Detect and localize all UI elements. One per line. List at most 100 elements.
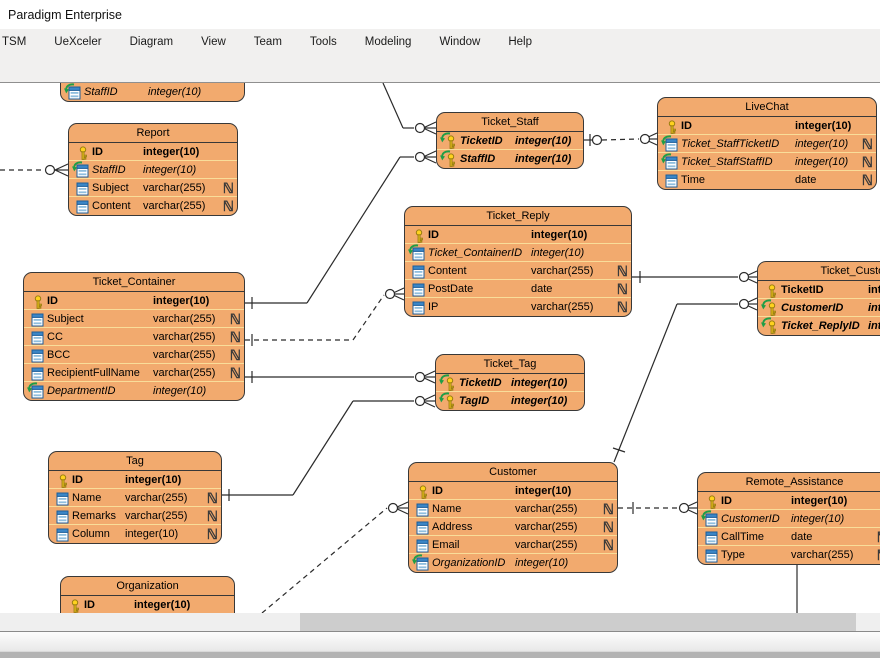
entity-column-row[interactable]: PostDatedateℕ	[405, 280, 631, 298]
entity-column-row[interactable]: IDinteger(10)	[49, 471, 221, 489]
foreign-key-icon	[662, 154, 681, 170]
entity-ticket_custom[interactable]: Ticket_CustomTicketIDinteger(10)Customer…	[757, 261, 880, 336]
entity-column-row[interactable]: Subjectvarchar(255)ℕ	[24, 310, 244, 328]
menu-item-uexceler[interactable]: UeXceler	[40, 29, 115, 56]
entity-ticket_reply[interactable]: Ticket_ReplyIDinteger(10)Ticket_Containe…	[404, 206, 632, 317]
entity-column-row[interactable]: IDinteger(10)	[658, 117, 876, 135]
column-icon	[409, 299, 428, 315]
status-bar	[0, 631, 880, 651]
column-type: varchar(255)	[515, 521, 599, 533]
entity-column-row[interactable]: Ticket_ContainerIDinteger(10)	[405, 244, 631, 262]
entity-report[interactable]: ReportIDinteger(10)StaffIDinteger(10)Sub…	[68, 123, 238, 216]
nullable-icon: ℕ	[599, 502, 614, 516]
column-icon	[702, 529, 721, 545]
entity-livechat[interactable]: LiveChatIDinteger(10)Ticket_StaffTicketI…	[657, 97, 877, 190]
entity-title: Ticket_Container	[24, 273, 244, 292]
entity-column-row[interactable]: OrganizationIDinteger(10)	[409, 554, 617, 572]
entity-column-row[interactable]: Namevarchar(255)ℕ	[409, 500, 617, 518]
entity-column-row[interactable]: CallTimedateℕ	[698, 528, 880, 546]
entity-column-row[interactable]: CustomerIDinteger(10)	[698, 510, 880, 528]
entity-tag[interactable]: TagIDinteger(10)Namevarchar(255)ℕRemarks…	[48, 451, 222, 544]
column-type: integer(10)	[153, 295, 241, 307]
column-type: integer(10)	[148, 86, 241, 98]
column-name: Type	[721, 549, 791, 561]
entity-column-row[interactable]: DepartmentIDinteger(10)	[24, 382, 244, 400]
entity-column-row[interactable]: Addressvarchar(255)ℕ	[409, 518, 617, 536]
column-icon	[413, 519, 432, 535]
menu-item-modeling[interactable]: Modeling	[351, 29, 426, 56]
nullable-icon: ℕ	[226, 348, 241, 362]
menu-item-help[interactable]: Help	[494, 29, 546, 56]
entity-column-row[interactable]: IDinteger(10)	[405, 226, 631, 244]
column-name: ID	[84, 599, 134, 611]
horizontal-scrollbar-thumb[interactable]	[300, 613, 856, 631]
menu-item-team[interactable]: Team	[240, 29, 296, 56]
diagram-canvas[interactable]: StaffIDinteger(10)ReportIDinteger(10)Sta…	[0, 83, 880, 613]
entity-column-row[interactable]: Ticket_StaffStaffIDinteger(10)ℕ	[658, 153, 876, 171]
entity-customer[interactable]: CustomerIDinteger(10)Namevarchar(255)ℕAd…	[408, 462, 618, 573]
menu-item-diagram[interactable]: Diagram	[116, 29, 187, 56]
entity-column-row[interactable]: IPvarchar(255)ℕ	[405, 298, 631, 316]
primary-foreign-key-icon	[762, 318, 781, 334]
entity-column-row[interactable]: Ticket_ReplyIDinteger(10)	[758, 317, 880, 335]
nullable-icon: ℕ	[203, 509, 218, 523]
entity-column-row[interactable]: Namevarchar(255)ℕ	[49, 489, 221, 507]
entity-column-row[interactable]: RecipientFullNamevarchar(255)ℕ	[24, 364, 244, 382]
entity-column-row[interactable]: TicketIDinteger(10)	[437, 132, 583, 150]
menu-item-tsm[interactable]: TSM	[0, 29, 40, 56]
column-type: integer(10)	[515, 485, 614, 497]
entity-column-row[interactable]: IDinteger(10)	[24, 292, 244, 310]
entity-column-row[interactable]: Contentvarchar(255)ℕ	[405, 262, 631, 280]
entity-column-row[interactable]: IDinteger(10)	[409, 482, 617, 500]
menu-item-tools[interactable]: Tools	[296, 29, 351, 56]
entity-column-row[interactable]: TagIDinteger(10)	[436, 392, 584, 410]
column-icon	[28, 347, 47, 363]
entity-column-row[interactable]: IDinteger(10)	[698, 492, 880, 510]
entity-column-row[interactable]: TicketIDinteger(10)	[758, 281, 880, 299]
entity-column-row[interactable]: Emailvarchar(255)ℕ	[409, 536, 617, 554]
column-type: varchar(255)	[791, 549, 873, 561]
entity-column-row[interactable]: Columninteger(10)ℕ	[49, 525, 221, 543]
nullable-icon: ℕ	[613, 300, 628, 314]
menu-item-view[interactable]: View	[187, 29, 240, 56]
column-type: integer(10)	[531, 247, 628, 259]
entity-ticket_tag[interactable]: Ticket_TagTicketIDinteger(10)TagIDintege…	[435, 354, 585, 411]
entity-column-row[interactable]: Ticket_StaffTicketIDinteger(10)ℕ	[658, 135, 876, 153]
entity-column-row[interactable]: StaffIDinteger(10)	[61, 83, 244, 101]
entity-column-row[interactable]: StaffIDinteger(10)	[69, 161, 237, 179]
entity-ticket_staff[interactable]: Ticket_StaffTicketIDinteger(10)StaffIDin…	[436, 112, 584, 169]
entity-column-row[interactable]: TicketIDinteger(10)	[436, 374, 584, 392]
entity-column-row[interactable]: IDinteger(10)	[69, 143, 237, 161]
primary-foreign-key-icon	[441, 133, 460, 149]
entity-column-row[interactable]: StaffIDinteger(10)	[437, 150, 583, 168]
column-type: integer(10)	[143, 146, 234, 158]
column-icon	[28, 329, 47, 345]
horizontal-scrollbar[interactable]	[0, 613, 880, 631]
column-icon	[413, 537, 432, 553]
menu-item-window[interactable]: Window	[425, 29, 494, 56]
column-type: integer(10)	[515, 557, 614, 569]
entity-clipped[interactable]: StaffIDinteger(10)	[60, 83, 245, 102]
column-name: PostDate	[428, 283, 531, 295]
column-name: TicketID	[460, 135, 515, 147]
column-name: CallTime	[721, 531, 791, 543]
entity-column-row[interactable]: Typevarchar(255)ℕ	[698, 546, 880, 564]
entity-column-row[interactable]: Contentvarchar(255)ℕ	[69, 197, 237, 215]
entity-column-row[interactable]: Timedateℕ	[658, 171, 876, 189]
entity-title: Tag	[49, 452, 221, 471]
entity-column-row[interactable]: Subjectvarchar(255)ℕ	[69, 179, 237, 197]
entity-column-row[interactable]: BCCvarchar(255)ℕ	[24, 346, 244, 364]
entity-title: Ticket_Tag	[436, 355, 584, 374]
entity-ticket_container[interactable]: Ticket_ContainerIDinteger(10)Subjectvarc…	[23, 272, 245, 401]
entity-column-row[interactable]: IDinteger(10)	[61, 596, 234, 613]
nullable-icon: ℕ	[226, 330, 241, 344]
entity-column-row[interactable]: CustomerIDinteger(10)	[758, 299, 880, 317]
nullable-icon: ℕ	[599, 538, 614, 552]
nullable-icon: ℕ	[858, 137, 873, 151]
entity-column-row[interactable]: CCvarchar(255)ℕ	[24, 328, 244, 346]
column-name: Name	[72, 492, 125, 504]
entity-remote_assistance[interactable]: Remote_AssistanceIDinteger(10)CustomerID…	[697, 472, 880, 565]
entity-organization[interactable]: OrganizationIDinteger(10)	[60, 576, 235, 613]
entity-title: Organization	[61, 577, 234, 596]
entity-column-row[interactable]: Remarksvarchar(255)ℕ	[49, 507, 221, 525]
